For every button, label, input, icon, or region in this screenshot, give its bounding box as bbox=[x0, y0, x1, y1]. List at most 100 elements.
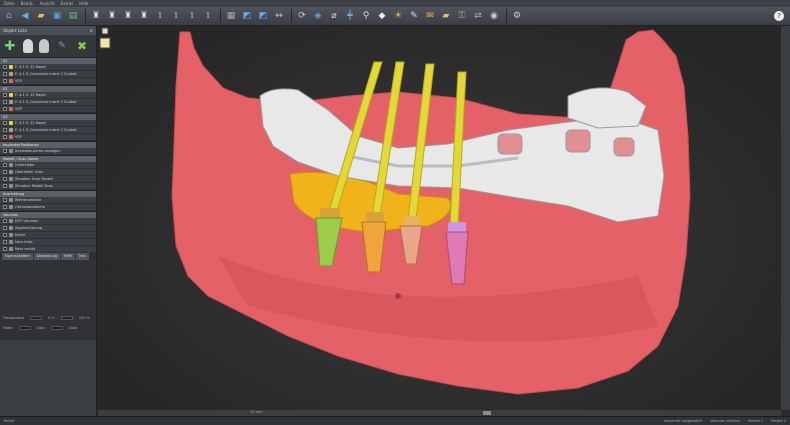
visibility-checkbox[interactable] bbox=[3, 72, 7, 76]
ruler-icon[interactable]: ╪ bbox=[343, 9, 357, 23]
list-item[interactable]: VSP bbox=[0, 78, 96, 85]
list-item[interactable]: VSP bbox=[0, 106, 96, 113]
toolbar-separator bbox=[220, 9, 221, 23]
menu-help[interactable]: Hilfe bbox=[79, 1, 88, 6]
grid-icon[interactable]: ▦ bbox=[224, 9, 238, 23]
vertical-scrollbar[interactable] bbox=[781, 26, 790, 410]
measure-icon[interactable]: ↔ bbox=[272, 9, 286, 23]
prop-field[interactable] bbox=[30, 316, 43, 320]
visibility-checkbox[interactable] bbox=[3, 170, 7, 174]
visibility-checkbox[interactable] bbox=[3, 149, 7, 153]
prop-field[interactable] bbox=[60, 316, 73, 320]
prop-field[interactable] bbox=[50, 326, 63, 330]
menu-view[interactable]: Ansicht bbox=[40, 1, 55, 6]
note-icon[interactable]: ✉ bbox=[423, 9, 437, 23]
visibility-checkbox[interactable] bbox=[3, 100, 7, 104]
tooth-icon[interactable] bbox=[23, 39, 33, 53]
tab-darstellung[interactable]: Darstellung bbox=[33, 253, 61, 260]
folder-icon[interactable]: ▰ bbox=[34, 9, 48, 23]
select-icon[interactable]: ◩ bbox=[256, 9, 270, 23]
list-item[interactable]: Nerv links bbox=[0, 239, 96, 246]
list-item[interactable]: Unterkiefer bbox=[0, 162, 96, 169]
layers-icon[interactable]: ▤ bbox=[66, 9, 80, 23]
list-item[interactable]: F: 4.1 S. 12 Rapid bbox=[0, 120, 96, 127]
settings-icon[interactable]: ⚙ bbox=[510, 9, 524, 23]
delete-icon[interactable]: ✖ bbox=[75, 39, 89, 53]
edit-icon[interactable]: ✎ bbox=[55, 39, 69, 53]
tooth-tool-icon[interactable]: ♜ bbox=[89, 9, 103, 23]
tab-info[interactable]: Info bbox=[76, 253, 89, 260]
visibility-checkbox[interactable] bbox=[3, 233, 7, 237]
visibility-checkbox[interactable] bbox=[3, 205, 7, 209]
visibility-checkbox[interactable] bbox=[3, 135, 7, 139]
visibility-checkbox[interactable] bbox=[3, 79, 7, 83]
visibility-checkbox[interactable] bbox=[3, 247, 7, 251]
sync-icon[interactable]: ⇄ bbox=[471, 9, 485, 23]
visibility-checkbox[interactable] bbox=[3, 198, 7, 202]
list-item[interactable]: DVT Volumen bbox=[0, 218, 96, 225]
save-icon[interactable]: ▣ bbox=[50, 9, 64, 23]
scroll-thumb[interactable] bbox=[483, 411, 491, 415]
light-icon[interactable]: ☀ bbox=[391, 9, 405, 23]
visibility-checkbox[interactable] bbox=[3, 107, 7, 111]
view-icon[interactable]: ◈ bbox=[311, 9, 325, 23]
tooth-tool-icon[interactable]: ♜ bbox=[121, 9, 135, 23]
help-icon[interactable]: ? bbox=[774, 11, 784, 21]
list-item[interactable]: Oberkiefer Scan bbox=[0, 169, 96, 176]
add-icon[interactable]: ✚ bbox=[3, 39, 17, 53]
visibility-checkbox[interactable] bbox=[3, 93, 7, 97]
visibility-checkbox[interactable] bbox=[3, 177, 7, 181]
visibility-checkbox[interactable] bbox=[3, 240, 7, 244]
prop-field[interactable] bbox=[18, 326, 31, 330]
view-orientation-icon[interactable] bbox=[99, 27, 111, 49]
list-item[interactable]: Okklusionsebene bbox=[0, 204, 96, 211]
visibility-checkbox[interactable] bbox=[3, 219, 7, 223]
implant-icon[interactable]: ⟟ bbox=[201, 9, 215, 23]
list-item[interactable]: F: 4.1 S. Connector Insert 3 Guided bbox=[0, 71, 96, 78]
pencil-icon[interactable]: ✎ bbox=[407, 9, 421, 23]
tab-hilfe[interactable]: Hilfe bbox=[61, 253, 76, 260]
select-icon[interactable]: ◩ bbox=[240, 9, 254, 23]
implant-icon[interactable]: ⟟ bbox=[185, 9, 199, 23]
menu-edit[interactable]: Bearb. bbox=[21, 1, 34, 6]
camera-icon[interactable]: ◉ bbox=[487, 9, 501, 23]
list-item[interactable]: VSP bbox=[0, 134, 96, 141]
list-item[interactable]: F: 4.1 S. 12 Rapid bbox=[0, 92, 96, 99]
visibility-checkbox[interactable] bbox=[3, 163, 7, 167]
key-icon[interactable]: ⚿ bbox=[455, 9, 469, 23]
list-item[interactable]: Situation Modell Scan bbox=[0, 183, 96, 190]
list-item[interactable]: Referenzebene bbox=[0, 197, 96, 204]
implant-icon[interactable]: ⟟ bbox=[153, 9, 167, 23]
tooth-icon[interactable] bbox=[39, 39, 49, 53]
visibility-checkbox[interactable] bbox=[3, 121, 7, 125]
implant-icon[interactable]: ⟟ bbox=[169, 9, 183, 23]
shield-icon[interactable]: ◆ bbox=[375, 9, 389, 23]
close-icon[interactable]: ✕ bbox=[90, 28, 93, 33]
list-item[interactable]: Implantat-Achse anzeigen bbox=[0, 148, 96, 155]
pin-icon[interactable]: ⚲ bbox=[359, 9, 373, 23]
back-icon[interactable]: ◀ bbox=[18, 9, 32, 23]
sleeve-icon[interactable]: ⌀ bbox=[327, 9, 341, 23]
3d-viewport[interactable] bbox=[98, 26, 781, 410]
list-item[interactable]: Nerv rechts bbox=[0, 246, 96, 253]
menu-tools[interactable]: Extras bbox=[61, 1, 74, 6]
list-item[interactable]: F: 4.1 S. Connector Insert 3 Guided bbox=[0, 127, 96, 134]
list-item[interactable]: Segmentierung bbox=[0, 225, 96, 232]
visibility-checkbox[interactable] bbox=[3, 226, 7, 230]
menu-file[interactable]: Datei bbox=[4, 1, 15, 6]
list-item[interactable]: Kiefer bbox=[0, 232, 96, 239]
object-icon bbox=[9, 205, 13, 209]
list-item[interactable]: F: 4.1 S. 12 Rapid bbox=[0, 64, 96, 71]
visibility-checkbox[interactable] bbox=[3, 184, 7, 188]
folder-icon[interactable]: ▰ bbox=[439, 9, 453, 23]
rotate-icon[interactable]: ⟳ bbox=[295, 9, 309, 23]
list-item-label: F: 4.1 S. 12 Rapid bbox=[15, 93, 46, 97]
tooth-tool-icon[interactable]: ♜ bbox=[137, 9, 151, 23]
home-icon[interactable]: ⌂ bbox=[2, 9, 16, 23]
visibility-checkbox[interactable] bbox=[3, 128, 7, 132]
visibility-checkbox[interactable] bbox=[3, 65, 7, 69]
tab-eigenschaften[interactable]: Eigenschaften bbox=[2, 253, 33, 260]
tooth-tool-icon[interactable]: ♜ bbox=[105, 9, 119, 23]
list-item[interactable]: F: 4.1 S. Connector Insert 3 Guided bbox=[0, 99, 96, 106]
list-item[interactable]: Situation Scan Modell bbox=[0, 176, 96, 183]
